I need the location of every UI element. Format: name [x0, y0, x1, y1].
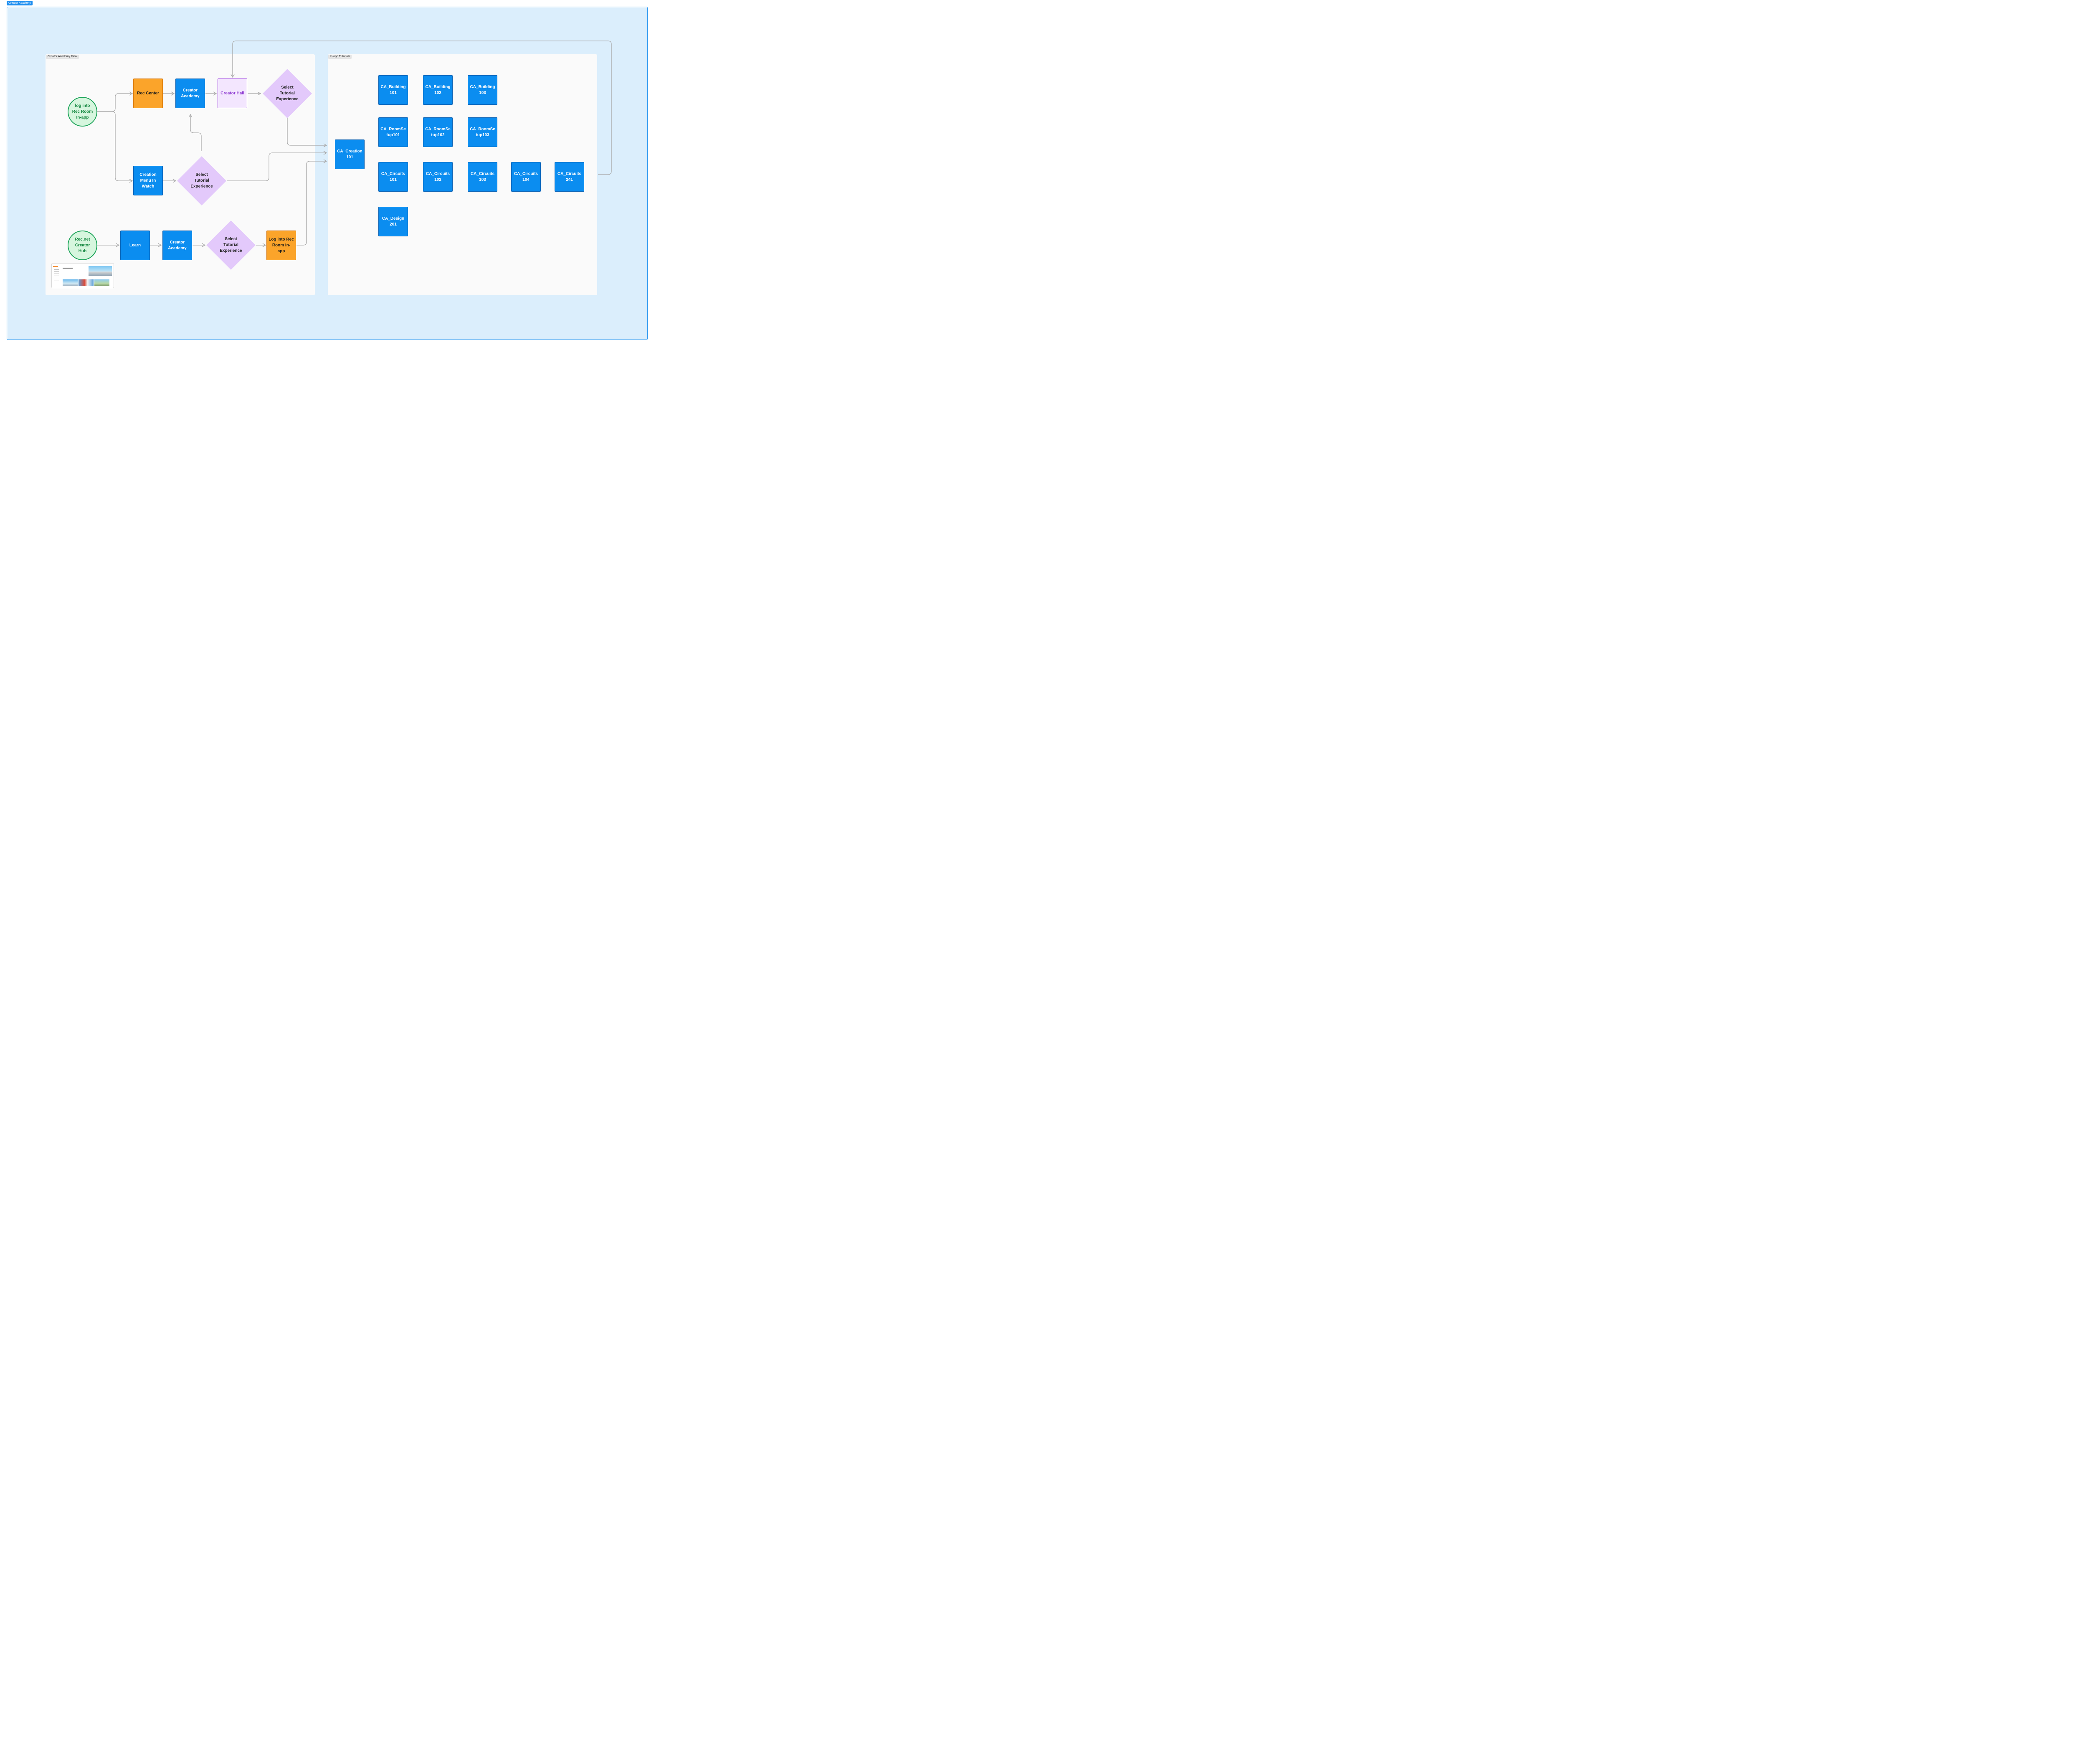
creator-academy-web-node[interactable]: Creator Academy: [162, 231, 192, 260]
tutorial-ca-design-201[interactable]: CA_Design 201: [378, 207, 408, 236]
thumbnail-heading: [63, 268, 73, 269]
connector-select2-academy: [188, 114, 202, 151]
tutorial-ca-circuits-101[interactable]: CA_Circuits 101: [378, 162, 408, 192]
tutorial-ca-circuits-104[interactable]: CA_Circuits 104: [511, 162, 541, 192]
thumbnail-card-2: [79, 279, 94, 286]
login-rec-room-in-app-start[interactable]: log into Rec Room In-app: [68, 97, 97, 127]
tutorial-ca-building-103[interactable]: CA_Building 103: [468, 75, 497, 105]
tutorial-ca-building-101[interactable]: CA_Building 101: [378, 75, 408, 105]
learn-node[interactable]: Learn: [120, 231, 150, 260]
creator-academy-page-thumbnail[interactable]: [51, 263, 114, 288]
select-tutorial-decision-3[interactable]: Select Tutorial Experience: [214, 233, 248, 258]
tutorial-ca-circuits-241[interactable]: CA_Circuits 241: [555, 162, 584, 192]
tutorial-ca-building-102[interactable]: CA_Building 102: [423, 75, 453, 105]
rec-center-node[interactable]: Rec Center: [133, 79, 163, 108]
thumbnail-hero-image: [89, 266, 112, 276]
connector-select2-creation: [227, 151, 327, 181]
recnet-creator-hub-start[interactable]: Rec.net Creator Hub: [68, 231, 97, 260]
thumbnail-card-3: [94, 279, 109, 286]
creator-academy-node[interactable]: Creator Academy: [175, 79, 205, 108]
tutorial-ca-circuits-103[interactable]: CA_Circuits 103: [468, 162, 497, 192]
thumbnail-card-1: [63, 279, 78, 286]
tutorial-ca-roomsetup-102[interactable]: CA_RoomSe tup102: [423, 117, 453, 147]
log-into-rec-room-node[interactable]: Log into Rec Room in- app: [266, 231, 296, 260]
tutorial-ca-circuits-102[interactable]: CA_Circuits 102: [423, 162, 453, 192]
connector-login-rec-center: [97, 91, 133, 112]
creation-menu-in-watch-node[interactable]: Creation Menu In Watch: [133, 166, 163, 195]
connector-login-creation: [296, 159, 327, 246]
connector-select1-creation: [287, 118, 327, 147]
connector-login-creation-menu: [97, 111, 133, 183]
creator-hall-node[interactable]: Creator Hall: [218, 79, 247, 108]
select-tutorial-decision-1[interactable]: Select Tutorial Experience: [271, 81, 304, 106]
tutorial-ca-roomsetup-101[interactable]: CA_RoomSe tup101: [378, 117, 408, 147]
tutorial-ca-creation-101[interactable]: CA_Creation 101: [335, 139, 365, 169]
tutorial-ca-roomsetup-103[interactable]: CA_RoomSe tup103: [468, 117, 497, 147]
thumbnail-sidebar: [53, 266, 61, 286]
select-tutorial-decision-2[interactable]: Select Tutorial Experience: [185, 168, 218, 193]
